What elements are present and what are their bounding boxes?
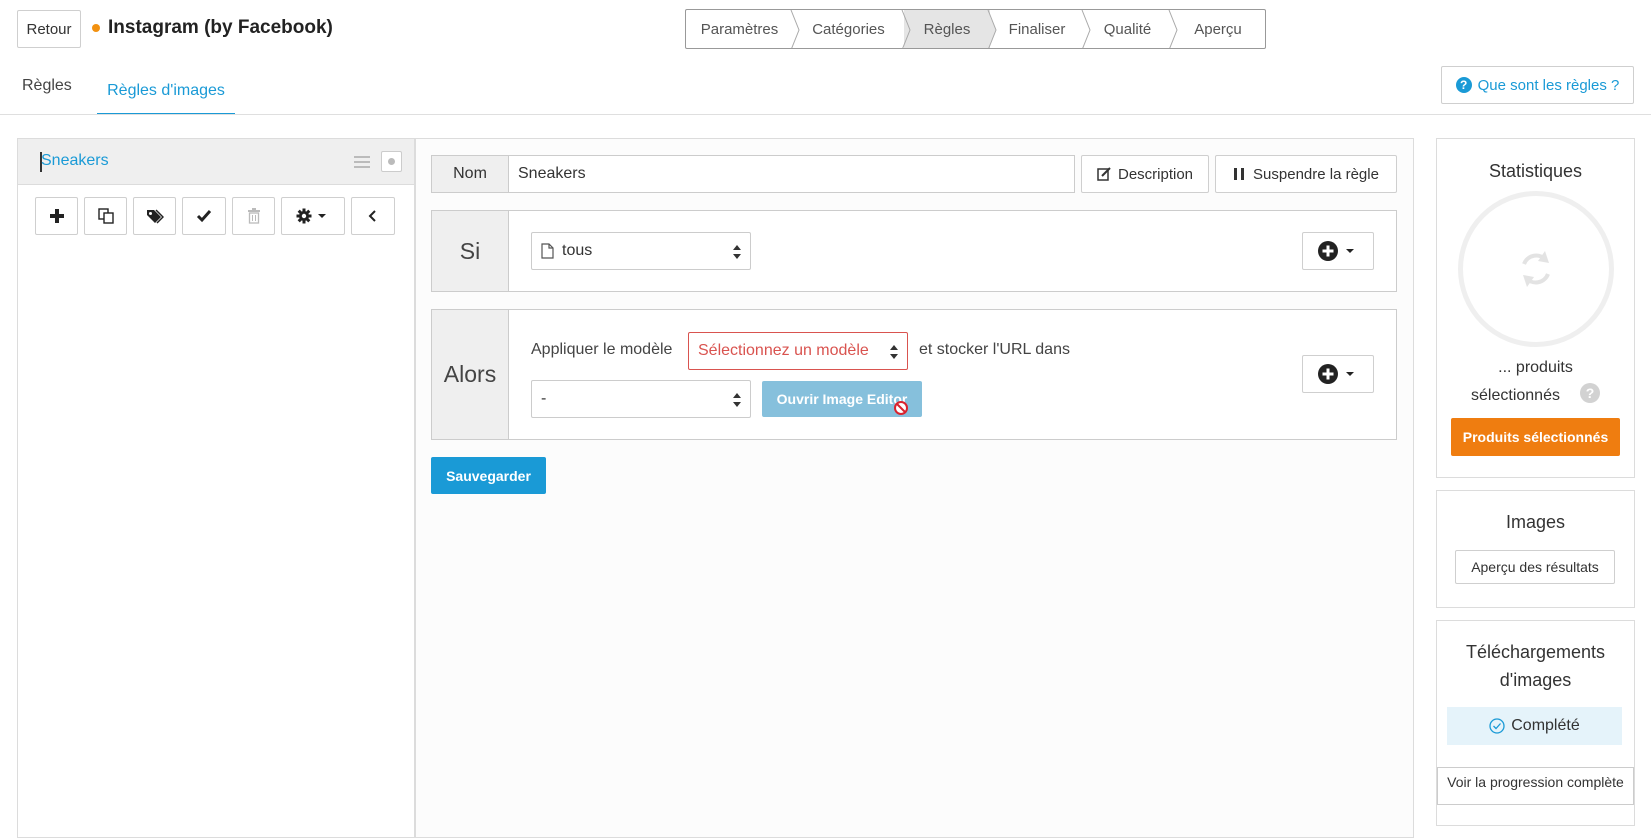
download-status-badge: Complété: [1447, 707, 1622, 745]
statistics-title: Statistiques: [1488, 161, 1583, 181]
refresh-icon: [1522, 251, 1550, 287]
help-icon[interactable]: ?: [1580, 383, 1600, 403]
template-placeholder: Sélectionnez un modèle: [698, 342, 869, 359]
store-field-value: -: [541, 390, 547, 407]
tab-image-rules[interactable]: Règles d'images: [97, 68, 235, 115]
caret-down-icon: [1346, 249, 1354, 253]
gear-icon: [296, 208, 312, 224]
store-url-text: et stocker l'URL dans: [919, 341, 1070, 358]
drag-handle-icon[interactable]: [354, 155, 370, 169]
select-arrows-icon: [733, 393, 741, 407]
select-arrows-icon: [890, 345, 898, 359]
preview-results-button[interactable]: Aperçu des résultats: [1455, 550, 1615, 584]
wizard-step-categories[interactable]: Catégories: [793, 10, 911, 48]
condition-value: tous: [562, 242, 593, 259]
wizard-step-regles[interactable]: Règles: [904, 10, 997, 48]
tags-icon: [146, 209, 164, 224]
back-button[interactable]: Retour: [17, 10, 81, 48]
wizard-step-label: Finaliser: [1008, 20, 1066, 38]
duplicate-rule-button[interactable]: [84, 197, 127, 235]
wizard-step-label: Qualité: [1103, 20, 1152, 38]
rule-name[interactable]: Sneakers: [41, 152, 109, 170]
selected-products-button[interactable]: Produits sélectionnés: [1451, 418, 1620, 456]
images-title: Images: [1505, 512, 1566, 532]
help-rules-label: Que sont les règles ?: [1477, 76, 1620, 94]
caret-down-icon: [1346, 372, 1354, 376]
select-arrows-icon: [733, 245, 741, 259]
collapse-button[interactable]: [351, 197, 395, 235]
suspend-label: Suspendre la règle: [1253, 165, 1379, 183]
wizard-step-parametres[interactable]: Paramètres: [686, 10, 800, 48]
apply-template-text: Appliquer le modèle: [531, 341, 673, 358]
then-action-block: Alors: [431, 309, 1397, 440]
add-condition-button[interactable]: [1302, 232, 1374, 270]
plus-circle-icon: [1318, 364, 1338, 384]
plus-icon: [49, 209, 64, 223]
plus-circle-icon: [1318, 241, 1338, 261]
suspend-rule-button[interactable]: Suspendre la règle: [1215, 155, 1397, 193]
download-status-text: Complété: [1511, 717, 1580, 734]
caret-down-icon: [318, 214, 326, 218]
if-label: Si: [432, 211, 509, 291]
step-separator-icon: [1081, 10, 1091, 48]
rules-sidebar: Sneakers: [17, 138, 415, 838]
wizard-step-apercu[interactable]: Aperçu: [1171, 10, 1265, 48]
chevron-left-icon: [368, 210, 376, 222]
tags-button[interactable]: [133, 197, 176, 235]
rule-toggle-checkbox[interactable]: [381, 151, 402, 172]
template-select[interactable]: Sélectionnez un modèle: [688, 332, 908, 370]
edit-icon: [1097, 167, 1111, 181]
check-circle-icon: [1489, 718, 1505, 734]
add-action-button[interactable]: [1302, 355, 1374, 393]
add-rule-button[interactable]: [35, 197, 78, 235]
rule-name-input[interactable]: Sneakers: [508, 155, 1075, 193]
wizard-step-finaliser[interactable]: Finaliser: [990, 10, 1091, 48]
rule-list-item[interactable]: Sneakers: [18, 139, 414, 185]
loading-circle: [1458, 191, 1614, 347]
step-separator-icon: [901, 10, 911, 48]
check-icon: [196, 210, 212, 223]
images-card: Images: [1436, 490, 1635, 608]
wizard-step-label: Règles: [923, 20, 971, 38]
wizard-step-label: Aperçu: [1194, 20, 1242, 38]
then-label: Alors: [432, 310, 509, 439]
settings-dropdown-button[interactable]: [281, 197, 345, 235]
tab-rules[interactable]: Règles: [22, 77, 72, 95]
step-separator-icon: [987, 10, 997, 48]
wizard-step-qualite[interactable]: Qualité: [1084, 10, 1178, 48]
products-count-line1: ... produits: [1498, 359, 1573, 376]
save-button[interactable]: Sauvegarder: [431, 457, 546, 494]
not-allowed-icon: [894, 401, 908, 415]
products-count-line2: sélectionnés: [1471, 387, 1560, 404]
description-button[interactable]: Description: [1081, 155, 1209, 193]
help-rules-button[interactable]: ? Que sont les règles ?: [1441, 66, 1634, 104]
wizard-steps: Paramètres Catégories Règles Finaliser Q…: [685, 9, 1266, 49]
products-count: ... produits sélectionnés: [1436, 354, 1635, 410]
tab-image-rules-label: Règles d'images: [107, 81, 225, 99]
duplicate-icon: [97, 208, 114, 224]
image-downloads-title: Téléchargements d'images: [1465, 642, 1606, 690]
name-label: Nom: [431, 155, 509, 193]
wizard-step-label: Catégories: [812, 20, 885, 38]
pause-icon: [1234, 168, 1245, 180]
page-title: Instagram (by Facebook): [108, 17, 333, 38]
status-dot: [92, 24, 100, 32]
store-field-select[interactable]: -: [531, 380, 751, 418]
validate-button[interactable]: [182, 197, 226, 235]
description-label: Description: [1117, 165, 1194, 183]
condition-select[interactable]: tous: [531, 232, 751, 270]
trash-icon: [247, 208, 260, 224]
step-separator-icon: [1168, 10, 1178, 48]
file-icon: [541, 243, 554, 259]
view-progress-button[interactable]: Voir la progression complète: [1437, 767, 1634, 805]
question-icon: ?: [1455, 77, 1472, 93]
wizard-step-label: Paramètres: [700, 20, 779, 38]
step-separator-icon: [790, 10, 800, 48]
delete-rule-button[interactable]: [232, 197, 275, 235]
tabs-divider: [0, 114, 1651, 115]
